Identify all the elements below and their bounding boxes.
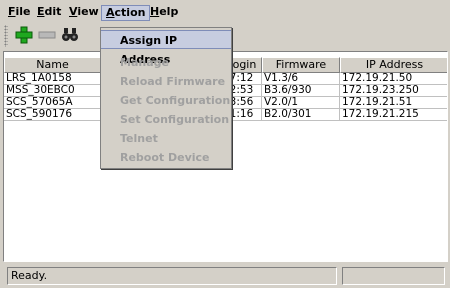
menu-action[interactable]: Action: [101, 5, 151, 21]
cell-ip: 172.19.21.50: [340, 73, 447, 85]
cell-firmware: V2.0/1: [262, 97, 340, 109]
status-text: Ready.: [7, 267, 337, 285]
cell-name: LRS_1A0158: [4, 73, 101, 85]
column-header-name[interactable]: Name: [4, 57, 101, 73]
binoculars-icon[interactable]: [60, 25, 80, 45]
menu-file[interactable]: File: [4, 4, 35, 20]
menu-view[interactable]: View: [65, 4, 103, 20]
menu-item-manage: Manage: [120, 56, 169, 69]
cell-name: SCS_57065A: [4, 97, 101, 109]
column-header-ip-address[interactable]: IP Address: [340, 57, 447, 73]
toolbar-grip[interactable]: [4, 25, 8, 47]
menu-edit[interactable]: Edit: [33, 4, 65, 20]
action-menu-dropdown: Assign IP Address Manage Reload Firmware…: [100, 27, 232, 169]
status-progress: [342, 267, 445, 285]
menu-item-set-configuration: Set Configuration: [120, 113, 230, 126]
cell-ip: 172.19.21.215: [340, 109, 447, 121]
status-bar: Ready.: [0, 264, 450, 288]
plus-icon[interactable]: [14, 25, 34, 45]
column-header-firmware[interactable]: Firmware: [262, 57, 340, 73]
cell-firmware: B3.6/930: [262, 85, 340, 97]
cell-name: SCS_590176: [4, 109, 101, 121]
cell-ip: 172.19.23.250: [340, 85, 447, 97]
cell-ip: 172.19.21.51: [340, 97, 447, 109]
menu-help[interactable]: Help: [146, 4, 182, 20]
minus-icon[interactable]: [37, 25, 57, 45]
cell-firmware: B2.0/301: [262, 109, 340, 121]
menu-item-reboot-device: Reboot Device: [120, 151, 210, 164]
cell-name: MSS_30EBC0: [4, 85, 101, 97]
menu-bar: File Edit View Action Help: [0, 0, 450, 22]
menu-item-telnet: Telnet: [120, 132, 158, 145]
menu-item-reload-firmware: Reload Firmware: [120, 75, 226, 88]
menu-item-get-configuration: Get Configuration: [120, 94, 231, 107]
cell-firmware: V1.3/6: [262, 73, 340, 85]
menu-item-assign-ip-address[interactable]: Assign IP Address: [101, 30, 231, 66]
